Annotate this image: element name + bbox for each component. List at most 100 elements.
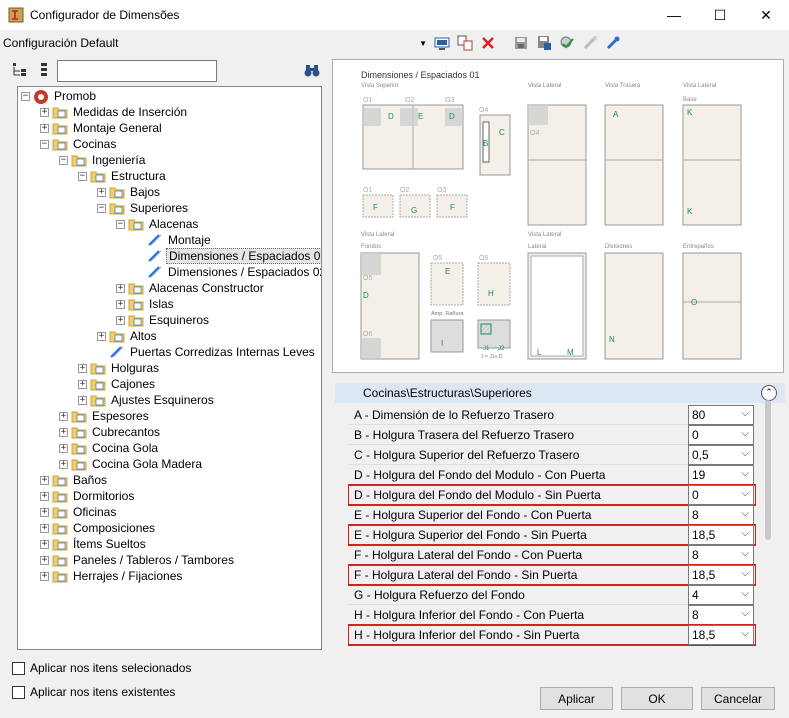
copy-configuration-icon[interactable] xyxy=(455,34,474,52)
expand-icon[interactable]: + xyxy=(97,187,106,197)
expand-icon[interactable]: + xyxy=(40,475,49,485)
expand-all-icon[interactable] xyxy=(12,62,28,78)
property-value-select[interactable]: 18,5 ⌵ xyxy=(688,625,754,645)
save-icon[interactable] xyxy=(511,34,530,52)
expand-icon[interactable]: + xyxy=(40,555,49,565)
property-value-select[interactable]: 4 ⌵ xyxy=(688,585,754,605)
tree-item[interactable]: + Altos xyxy=(97,328,159,344)
expand-icon[interactable]: + xyxy=(116,283,125,293)
chevron-down-icon[interactable]: ⌵ xyxy=(741,508,749,519)
chevron-down-icon[interactable]: ⌵ xyxy=(741,448,749,459)
category-tree[interactable]: − Promob + Medidas de Inserción + Montaje Gen… xyxy=(17,86,322,650)
maximize-button[interactable]: ☐ xyxy=(697,0,743,30)
cancel-button[interactable]: Cancelar xyxy=(701,687,775,710)
expand-icon[interactable]: + xyxy=(59,427,68,437)
tree-item[interactable]: + Espesores xyxy=(59,408,151,424)
property-value-select[interactable]: 0 ⌵ xyxy=(688,425,754,445)
expand-icon[interactable]: + xyxy=(78,395,87,405)
property-value-select[interactable]: 0,5 ⌵ xyxy=(688,445,754,465)
monitor-icon[interactable] xyxy=(432,34,451,52)
expand-icon[interactable]: + xyxy=(40,571,49,581)
expand-icon[interactable]: + xyxy=(78,363,87,373)
property-value-select[interactable]: 80 ⌵ xyxy=(688,405,754,425)
apply-selected-checkbox[interactable] xyxy=(12,661,25,675)
chevron-down-icon[interactable]: ⌵ xyxy=(741,428,749,439)
property-value-select[interactable]: 0 ⌵ xyxy=(688,485,754,505)
tree-item[interactable]: + Cajones xyxy=(78,376,157,392)
tree-item[interactable]: Dimensiones / Espaciados 02 xyxy=(135,264,321,280)
apply-existing-checkbox[interactable] xyxy=(12,685,25,699)
tree-item[interactable]: Dimensiones / Espaciados 01 xyxy=(135,248,321,264)
expand-icon[interactable]: + xyxy=(78,379,87,389)
collapse-up-icon[interactable]: ⌃ xyxy=(761,385,777,401)
property-value-select[interactable]: 18,5 ⌵ xyxy=(688,565,754,585)
chevron-down-icon[interactable]: ⌵ xyxy=(741,588,749,599)
properties-scrollbar[interactable] xyxy=(765,400,771,540)
tree-item[interactable]: + Alacenas Constructor xyxy=(116,280,266,296)
tree-item[interactable]: − Estructura xyxy=(78,168,168,184)
chevron-down-icon[interactable]: ⌵ xyxy=(741,488,749,499)
tree-item[interactable]: + Paneles / Tableros / Tambores xyxy=(40,552,236,568)
ok-button[interactable]: OK xyxy=(621,687,693,710)
expand-icon[interactable]: + xyxy=(59,411,68,421)
tree-item[interactable]: + Baños xyxy=(40,472,109,488)
chevron-down-icon[interactable]: ⌵ xyxy=(741,608,749,619)
property-value-select[interactable]: 8 ⌵ xyxy=(688,545,754,565)
tree-search-input[interactable] xyxy=(57,60,217,82)
expand-icon[interactable]: + xyxy=(97,331,106,341)
expand-icon[interactable]: + xyxy=(59,443,68,453)
tree-item[interactable]: Montaje xyxy=(135,232,213,248)
save-as-icon[interactable] xyxy=(534,34,553,52)
expand-icon[interactable]: + xyxy=(40,539,49,549)
expand-icon[interactable]: + xyxy=(40,123,49,133)
tree-item[interactable]: + Ajustes Esquineros xyxy=(78,392,216,408)
chevron-down-icon[interactable]: ⌵ xyxy=(741,408,749,419)
tree-item[interactable]: + Esquineros xyxy=(116,312,211,328)
property-value-select[interactable]: 18,5 ⌵ xyxy=(688,525,754,545)
apply-existing-option[interactable]: Aplicar nos itens existentes xyxy=(12,684,175,700)
chevron-down-icon[interactable]: ⌵ xyxy=(741,568,749,579)
collapse-icon[interactable]: − xyxy=(59,155,68,165)
expand-icon[interactable]: + xyxy=(40,491,49,501)
expand-icon[interactable]: + xyxy=(40,507,49,517)
property-value-select[interactable]: 8 ⌵ xyxy=(688,505,754,525)
import-icon[interactable] xyxy=(580,34,599,52)
tree-item[interactable]: + Composiciones xyxy=(40,520,157,536)
apply-button[interactable]: Aplicar xyxy=(540,687,613,710)
close-button[interactable]: ✕ xyxy=(743,0,789,30)
tree-item[interactable]: + Holguras xyxy=(78,360,161,376)
chevron-down-icon[interactable]: ⌵ xyxy=(741,548,749,559)
tree-item[interactable]: − Cocinas xyxy=(40,136,118,152)
tree-item[interactable]: + Bajos xyxy=(97,184,162,200)
expand-icon[interactable]: + xyxy=(40,523,49,533)
configuration-select[interactable]: Configuración Default ▼ xyxy=(3,34,429,52)
binoculars-icon[interactable] xyxy=(304,62,320,78)
validate-icon[interactable] xyxy=(557,34,576,52)
delete-icon[interactable] xyxy=(478,34,497,52)
tree-item[interactable]: − Alacenas xyxy=(116,216,200,232)
collapse-icon[interactable]: − xyxy=(116,219,125,229)
tree-item[interactable]: + Ítems Sueltos xyxy=(40,536,148,552)
apply-selected-option[interactable]: Aplicar nos itens selecionados xyxy=(12,660,191,676)
tree-item[interactable]: + Medidas de Inserción xyxy=(40,104,189,120)
tree-item[interactable]: + Cubrecantos xyxy=(59,424,162,440)
tree-item[interactable]: + Herrajes / Fijaciones xyxy=(40,568,184,584)
tree-item[interactable]: Puertas Corredizas Internas Leves xyxy=(97,344,317,360)
tree-item[interactable]: − Promob xyxy=(21,88,98,104)
collapse-all-icon[interactable] xyxy=(36,62,52,78)
chevron-down-icon[interactable]: ⌵ xyxy=(741,468,749,479)
property-value-select[interactable]: 8 ⌵ xyxy=(688,605,754,625)
tree-item[interactable]: − Ingeniería xyxy=(59,152,147,168)
chevron-down-icon[interactable]: ⌵ xyxy=(741,628,749,639)
expand-icon[interactable]: + xyxy=(116,315,125,325)
collapse-icon[interactable]: − xyxy=(21,91,30,101)
property-value-select[interactable]: 19 ⌵ xyxy=(688,465,754,485)
tree-item[interactable]: + Montaje General xyxy=(40,120,164,136)
expand-icon[interactable]: + xyxy=(116,299,125,309)
tree-item[interactable]: + Dormitorios xyxy=(40,488,136,504)
export-icon[interactable] xyxy=(603,34,622,52)
expand-icon[interactable]: + xyxy=(40,107,49,117)
minimize-button[interactable]: — xyxy=(651,0,697,30)
collapse-icon[interactable]: − xyxy=(78,171,87,181)
tree-item[interactable]: + Islas xyxy=(116,296,176,312)
